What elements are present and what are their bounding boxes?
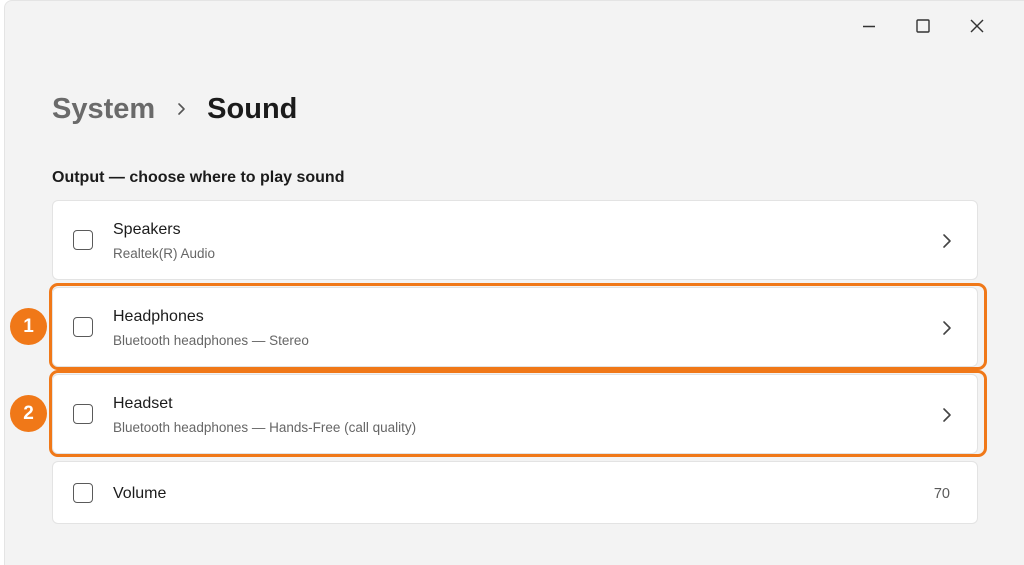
checkbox[interactable] [73, 404, 93, 424]
minimize-icon [863, 25, 875, 28]
minimize-button[interactable] [842, 11, 896, 41]
device-subtitle: Bluetooth headphones — Stereo [113, 333, 309, 348]
step-badge: 1 [10, 308, 47, 345]
maximize-icon [916, 19, 930, 33]
checkbox[interactable] [73, 317, 93, 337]
chevron-right-icon [943, 408, 951, 422]
chevron-right-icon [943, 321, 951, 335]
close-button[interactable] [950, 11, 1004, 41]
device-row-speakers[interactable]: Speakers Realtek(R) Audio [52, 200, 978, 280]
chevron-right-icon [943, 234, 951, 248]
device-subtitle: Bluetooth headphones — Hands-Free (call … [113, 420, 417, 435]
device-title: Speakers [113, 221, 181, 238]
page-title: Sound [207, 93, 298, 125]
device-title: Headphones [113, 308, 204, 325]
device-row-headset[interactable]: Headset Bluetooth headphones — Hands-Fre… [52, 374, 978, 454]
settings-window: System Sound Output — choose where to pl… [4, 0, 1024, 565]
device-row-headphones[interactable]: Headphones Bluetooth headphones — Stereo [52, 287, 978, 367]
close-icon [970, 19, 984, 33]
device-title: Headset [113, 395, 173, 412]
chevron-right-icon [155, 102, 207, 116]
checkbox[interactable] [73, 483, 93, 503]
maximize-button[interactable] [896, 11, 950, 41]
volume-label: Volume [113, 485, 167, 502]
device-subtitle: Realtek(R) Audio [113, 246, 216, 261]
breadcrumb-parent[interactable]: System [52, 89, 155, 129]
window-controls [842, 11, 1004, 41]
volume-value: 70 [933, 486, 950, 502]
step-badge: 2 [10, 395, 47, 432]
breadcrumb: System Sound [52, 89, 297, 129]
volume-row[interactable]: Volume 70 [52, 461, 978, 524]
section-title: Output — choose where to play sound [52, 169, 345, 186]
checkbox[interactable] [73, 230, 93, 250]
